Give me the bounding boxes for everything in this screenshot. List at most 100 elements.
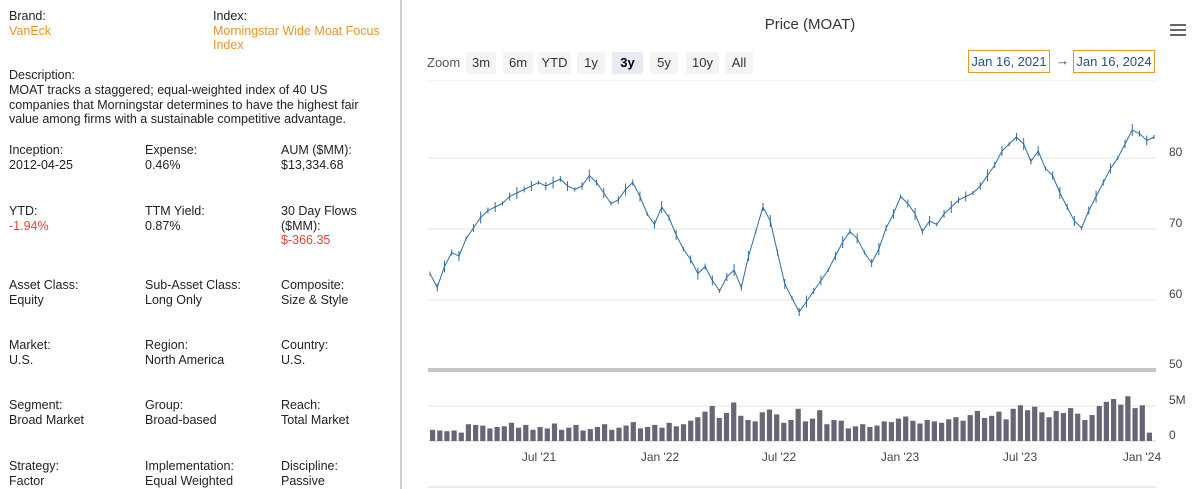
navigator-divider[interactable]	[428, 368, 1156, 372]
volume-bar[interactable]	[494, 427, 500, 441]
price-volume-chart[interactable]: 80 70 60 50 5M 0 Jul '21 Jan '22 Jul '22…	[404, 80, 1200, 489]
volume-bar[interactable]	[860, 424, 866, 441]
volume-bar[interactable]	[1075, 413, 1081, 441]
volume-bar[interactable]	[838, 420, 844, 441]
volume-bar[interactable]	[444, 431, 450, 441]
volume-bar[interactable]	[1039, 412, 1045, 441]
volume-bar[interactable]	[1139, 405, 1145, 441]
volume-bar[interactable]	[480, 425, 486, 441]
index-link-line2[interactable]: Index	[213, 38, 380, 53]
volume-bar[interactable]	[931, 421, 937, 441]
volume-bar[interactable]	[473, 424, 479, 441]
volume-bar[interactable]	[508, 422, 515, 441]
volume-bar[interactable]	[1111, 399, 1117, 441]
volume-bar[interactable]	[716, 417, 722, 441]
volume-bar[interactable]	[809, 418, 816, 441]
volume-bar[interactable]	[1089, 415, 1095, 441]
volume-bar[interactable]	[688, 420, 694, 441]
volume-bar[interactable]	[709, 406, 715, 441]
volume-bar[interactable]	[852, 426, 859, 441]
volume-bar[interactable]	[967, 415, 973, 441]
zoom-5y-button[interactable]: 5y	[650, 52, 678, 74]
volume-bar[interactable]	[903, 416, 909, 442]
volume-bar[interactable]	[989, 415, 995, 441]
zoom-1y-button[interactable]: 1y	[577, 52, 605, 74]
volume-bar[interactable]	[487, 428, 493, 441]
volume-bar[interactable]	[544, 428, 550, 441]
volume-bar[interactable]	[695, 417, 701, 441]
volume-bar[interactable]	[523, 424, 529, 441]
volume-bar[interactable]	[465, 424, 471, 441]
volume-bar[interactable]	[1146, 432, 1152, 441]
volume-bar[interactable]	[745, 420, 751, 441]
volume-bar[interactable]	[752, 421, 758, 441]
zoom-6m-button[interactable]: 6m	[503, 52, 533, 74]
volume-bar[interactable]	[1103, 401, 1109, 441]
volume-bar[interactable]	[566, 427, 572, 441]
zoom-3y-button[interactable]: 3y	[612, 52, 643, 74]
volume-bar[interactable]	[458, 432, 464, 441]
volume-bar[interactable]	[1125, 396, 1131, 441]
volume-bar[interactable]	[673, 426, 679, 441]
volume-bar[interactable]	[795, 408, 801, 441]
volume-bar[interactable]	[781, 422, 787, 441]
volume-bar[interactable]	[702, 411, 708, 441]
volume-bar[interactable]	[774, 414, 780, 441]
volume-bar[interactable]	[609, 429, 615, 441]
menu-icon[interactable]	[1170, 24, 1186, 37]
volume-bar[interactable]	[1003, 419, 1009, 441]
volume-bar[interactable]	[652, 424, 658, 441]
volume-bar[interactable]	[982, 417, 988, 441]
volume-bar[interactable]	[680, 424, 687, 441]
brand-link[interactable]: VanEck	[9, 24, 51, 39]
volume-bar[interactable]	[430, 429, 436, 441]
volume-bar[interactable]	[501, 426, 507, 441]
volume-bar[interactable]	[645, 427, 651, 441]
volume-bar[interactable]	[874, 425, 880, 441]
volume-bar[interactable]	[723, 413, 730, 441]
volume-bar[interactable]	[910, 420, 916, 441]
zoom-ytd-button[interactable]: YTD	[538, 52, 571, 74]
volume-bar[interactable]	[1082, 420, 1088, 441]
volume-bar[interactable]	[630, 422, 636, 441]
volume-bar[interactable]	[881, 421, 887, 441]
volume-bar[interactable]	[559, 429, 565, 441]
zoom-10y-button[interactable]: 10y	[686, 52, 719, 74]
index-link-line1[interactable]: Morningstar Wide Moat Focus	[213, 24, 380, 39]
volume-bar[interactable]	[1025, 410, 1031, 441]
volume-bar[interactable]	[1096, 406, 1102, 441]
volume-bar[interactable]	[580, 430, 586, 442]
volume-bar[interactable]	[924, 420, 930, 441]
volume-bar[interactable]	[1060, 413, 1066, 441]
volume-bar[interactable]	[1053, 410, 1059, 441]
volume-bar[interactable]	[831, 420, 837, 441]
volume-bar[interactable]	[587, 429, 593, 441]
volume-bar[interactable]	[953, 417, 959, 441]
volume-bar[interactable]	[802, 421, 808, 441]
volume-bar[interactable]	[1046, 417, 1052, 441]
volume-bar[interactable]	[551, 423, 558, 442]
volume-bar[interactable]	[996, 411, 1002, 441]
volume-bar[interactable]	[788, 420, 794, 441]
volume-bar[interactable]	[974, 410, 980, 441]
volume-bar[interactable]	[530, 429, 536, 441]
volume-bar[interactable]	[602, 424, 608, 441]
volume-bar[interactable]	[1017, 405, 1023, 441]
volume-bar[interactable]	[939, 422, 945, 441]
volume-bar[interactable]	[895, 418, 902, 441]
volume-bar[interactable]	[738, 415, 744, 441]
volume-bar[interactable]	[666, 422, 672, 441]
volume-bar[interactable]	[451, 430, 457, 442]
volume-bar[interactable]	[623, 425, 629, 441]
volume-bar[interactable]	[766, 409, 773, 442]
volume-bar[interactable]	[659, 427, 665, 441]
volume-bar[interactable]	[1010, 408, 1016, 441]
volume-bar[interactable]	[637, 428, 644, 441]
volume-bar[interactable]	[817, 410, 823, 441]
volume-bar[interactable]	[516, 427, 522, 441]
range-to-input[interactable]: Jan 16, 2024	[1073, 50, 1155, 73]
volume-bar[interactable]	[731, 402, 737, 442]
volume-bar[interactable]	[594, 427, 601, 441]
volume-bar[interactable]	[437, 430, 443, 442]
volume-bar[interactable]	[1068, 408, 1074, 441]
